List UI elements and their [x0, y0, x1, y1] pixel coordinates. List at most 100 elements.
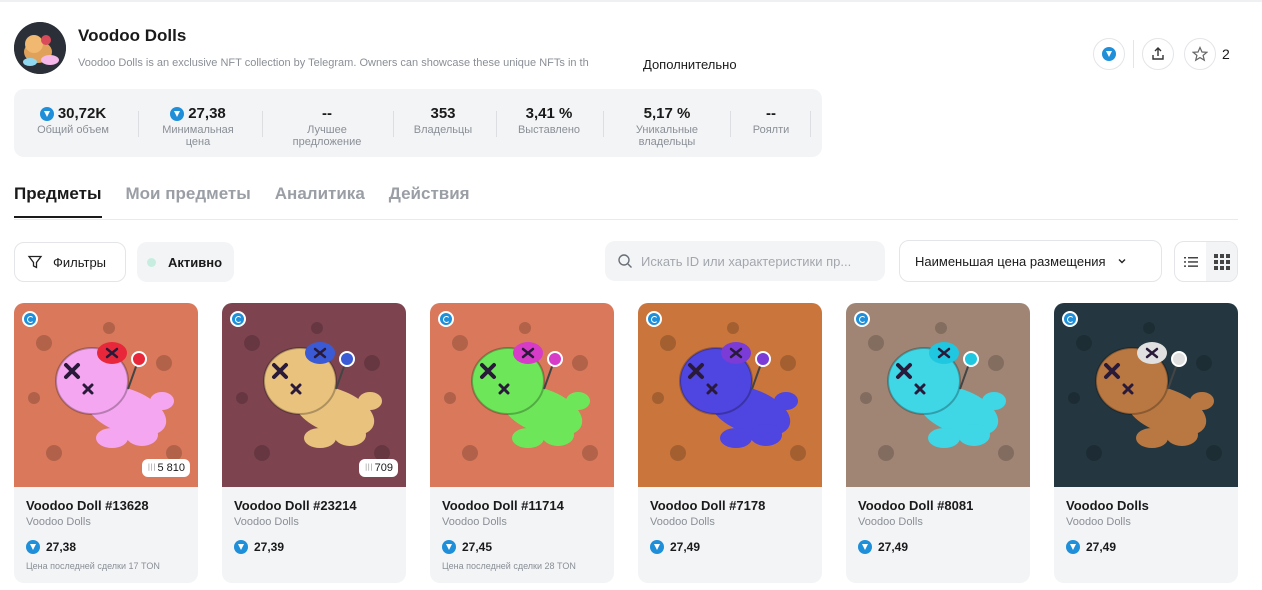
- bar-chart-icon: │││: [147, 465, 156, 471]
- nft-price: 27,45: [442, 540, 492, 554]
- price-value: 27,45: [462, 540, 493, 554]
- tab-analytics[interactable]: Аналитика: [275, 184, 365, 218]
- nft-price: 27,49: [650, 540, 700, 554]
- nft-collection: Voodoo Dolls: [858, 516, 923, 528]
- verified-icon: [646, 311, 662, 327]
- stat-listed: 3,41 % Выставлено: [502, 89, 596, 157]
- nft-image: [638, 303, 822, 487]
- stat-label: Уникальные владельцы: [635, 124, 699, 148]
- collection-title: Voodoo Dolls: [78, 26, 187, 45]
- stat-divider: [262, 111, 263, 137]
- nft-price: 27,39: [234, 540, 284, 554]
- more-link[interactable]: Дополнительно: [643, 57, 737, 72]
- tabs: Предметы Мои предметы Аналитика Действия: [14, 184, 470, 218]
- share-button[interactable]: [1142, 38, 1174, 70]
- collection-description: Voodoo Dolls is an exclusive NFT collect…: [78, 57, 589, 69]
- ton-icon: [234, 540, 248, 554]
- stat-value: 27,38: [188, 105, 226, 122]
- header-divider: [1133, 40, 1134, 68]
- stat-total-volume: 30,72K Общий объем: [26, 89, 120, 157]
- collection-avatar: [14, 22, 66, 74]
- price-value: 27,38: [46, 540, 77, 554]
- verified-icon: [854, 311, 870, 327]
- views-badge: │││ 709: [359, 459, 398, 477]
- price-value: 27,39: [254, 540, 285, 554]
- stat-royalty: -- Роялти: [724, 89, 818, 157]
- nft-collection: Voodoo Dolls: [26, 516, 91, 528]
- stat-value: 353: [430, 105, 456, 122]
- nft-card[interactable]: Voodoo Doll #7178 Voodoo Dolls 27,49: [638, 303, 822, 583]
- stat-value: 5,17 %: [643, 105, 691, 122]
- stat-label: Лучшее предложение: [292, 124, 362, 148]
- list-icon: [1183, 256, 1198, 267]
- top-divider: [0, 0, 1262, 2]
- stat-value: 3,41 %: [525, 105, 573, 122]
- grid-icon: [1213, 253, 1230, 270]
- stat-label: Владельцы: [413, 124, 473, 136]
- search-icon: [618, 254, 632, 268]
- nft-name: Voodoo Doll #23214: [234, 498, 357, 513]
- stat-divider: [393, 111, 394, 137]
- last-sale-price: Цена последней сделки 28 TON: [442, 561, 576, 571]
- status-dot-icon: [147, 257, 156, 267]
- nft-collection: Voodoo Dolls: [442, 516, 507, 528]
- price-value: 27,49: [670, 540, 701, 554]
- sort-label: Наименьшая цена размещения: [915, 253, 1106, 269]
- ton-icon: [858, 540, 872, 554]
- status-active-button[interactable]: Активно: [137, 242, 234, 282]
- nft-card[interactable]: Voodoo Doll #8081 Voodoo Dolls 27,49: [846, 303, 1030, 583]
- stats-panel: 30,72K Общий объем 27,38 Минимальная цен…: [14, 89, 822, 157]
- price-value: 27,49: [1086, 540, 1117, 554]
- last-sale-price: Цена последней сделки 17 TON: [26, 561, 160, 571]
- nft-name: Voodoo Doll #8081: [858, 498, 974, 513]
- ton-icon: [1066, 540, 1080, 554]
- tab-items[interactable]: Предметы: [14, 184, 102, 218]
- nft-card[interactable]: Voodoo Dolls Voodoo Dolls 27,49: [1054, 303, 1238, 583]
- grid-view-button[interactable]: [1206, 242, 1237, 281]
- sort-dropdown[interactable]: Наименьшая цена размещения: [899, 240, 1162, 282]
- list-view-button[interactable]: [1175, 242, 1206, 281]
- ton-button[interactable]: [1093, 38, 1125, 70]
- search-input[interactable]: [641, 253, 866, 269]
- verified-icon: [438, 311, 454, 327]
- stat-value: 30,72K: [57, 105, 107, 122]
- stat-divider: [496, 111, 497, 137]
- nft-name: Voodoo Dolls: [1066, 498, 1149, 513]
- stat-divider: [138, 111, 139, 137]
- nft-image: [1054, 303, 1238, 487]
- share-icon: [1152, 47, 1164, 60]
- bar-chart-icon: │││: [364, 465, 373, 471]
- stat-label: Общий объем: [37, 124, 109, 136]
- stat-owners: 353 Владельцы: [396, 89, 490, 157]
- price-value: 27,49: [878, 540, 909, 554]
- favorite-button[interactable]: [1184, 38, 1216, 70]
- stat-value: --: [322, 105, 332, 122]
- stat-divider: [603, 111, 604, 137]
- filters-button[interactable]: Фильтры: [14, 242, 126, 282]
- nft-card[interactable]: Voodoo Doll #11714 Voodoo Dolls 27,45 Цена …: [430, 303, 614, 583]
- nft-name: Voodoo Doll #11714: [442, 498, 564, 513]
- tab-activity[interactable]: Действия: [389, 184, 470, 218]
- stat-label: Выставлено: [517, 124, 581, 136]
- nft-price: 27,49: [1066, 540, 1116, 554]
- views-count: 709: [374, 462, 393, 474]
- ton-icon: [442, 540, 456, 554]
- views-badge: │││ 5 810: [142, 459, 190, 477]
- view-toggle: [1174, 241, 1238, 282]
- stat-value: --: [766, 105, 776, 122]
- nft-collection: Voodoo Dolls: [234, 516, 299, 528]
- nft-card[interactable]: │││ 5 810 Voodoo Doll #13628 Voodoo Dolls 27…: [14, 303, 198, 583]
- tab-my-items[interactable]: Мои предметы: [126, 184, 251, 218]
- tabs-divider: [14, 219, 1238, 220]
- filter-icon: [27, 255, 43, 269]
- stat-label: Роялти: [752, 124, 790, 136]
- favorites-count: 2: [1222, 46, 1230, 62]
- nft-price: 27,49: [858, 540, 908, 554]
- nft-card[interactable]: │││ 709 Voodoo Doll #23214 Voodoo Dolls 27,3…: [222, 303, 406, 583]
- stat-unique-owners: 5,17 % Уникальные владельцы: [620, 89, 714, 157]
- ton-icon: [650, 540, 664, 554]
- verified-icon: [22, 311, 38, 327]
- nft-collection: Voodoo Dolls: [650, 516, 715, 528]
- stat-divider: [810, 111, 811, 137]
- stat-floor-price: 27,38 Минимальная цена: [151, 89, 245, 157]
